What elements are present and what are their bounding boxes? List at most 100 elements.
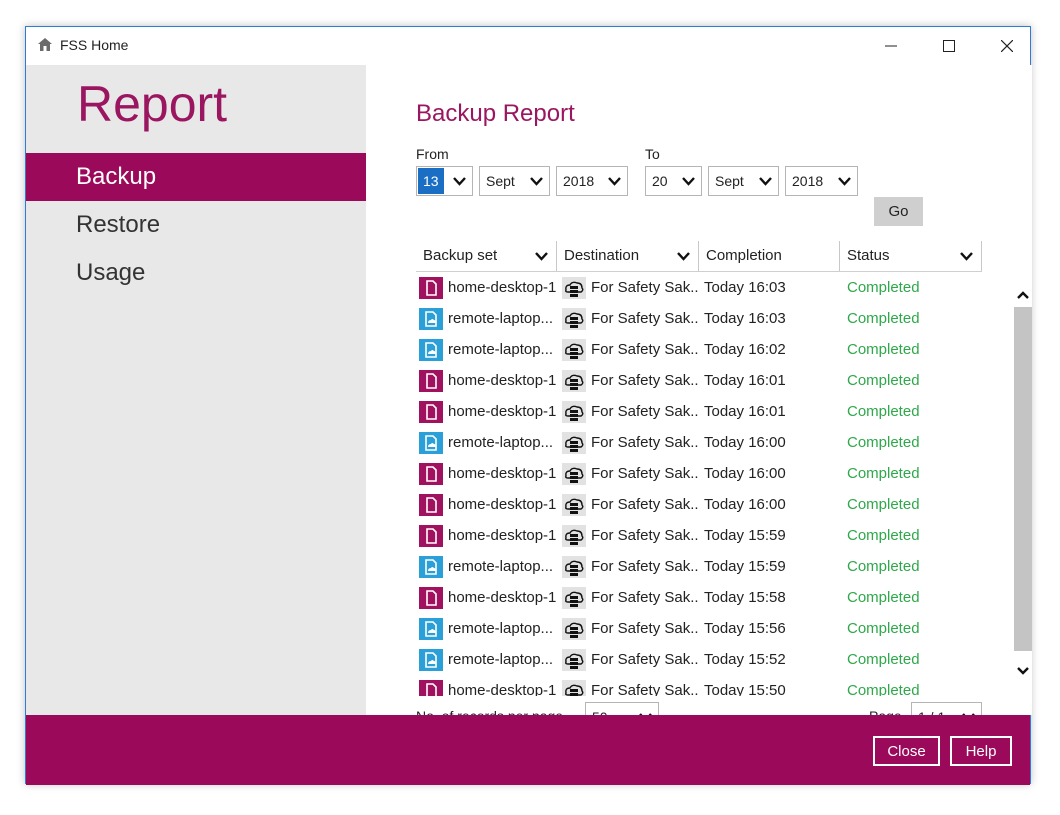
table-row[interactable]: home-desktop-1 For Safety Sak... Today 16:…	[416, 365, 982, 396]
status-text: Completed	[847, 310, 920, 327]
status-text: Completed	[847, 620, 920, 637]
to-label: To	[645, 146, 660, 162]
completion-time: Today 16:00	[704, 434, 786, 451]
scrollbar-thumb[interactable]	[1014, 307, 1032, 651]
chevron-down-icon	[682, 177, 695, 186]
backup-set-name: home-desktop-1	[448, 403, 557, 420]
sidebar-item-backup[interactable]: Backup	[26, 153, 366, 201]
close-window-button[interactable]	[984, 27, 1030, 65]
cloud-server-icon	[562, 401, 586, 423]
cloud-file-backup-icon	[419, 339, 443, 361]
column-header-completion[interactable]: Completion	[699, 241, 840, 271]
close-icon	[1001, 40, 1013, 52]
footer-bar: Close Help	[26, 715, 1030, 785]
table-row[interactable]: home-desktop-1 For Safety Sak... Today 15:…	[416, 582, 982, 613]
table-row[interactable]: home-desktop-1 For Safety Sak... Today 16:…	[416, 489, 982, 520]
destination-name: For Safety Sak...	[591, 341, 699, 358]
to-day-select[interactable]: 20	[645, 166, 702, 196]
maximize-button[interactable]	[926, 27, 972, 65]
from-month-select[interactable]: Sept	[479, 166, 550, 196]
completion-time: Today 16:01	[704, 372, 786, 389]
cloud-server-icon	[562, 339, 586, 361]
cloud-server-icon	[562, 494, 586, 516]
sidebar-item-usage[interactable]: Usage	[26, 249, 366, 297]
destination-name: For Safety Sak...	[591, 310, 699, 327]
cloud-file-backup-icon	[419, 649, 443, 671]
cloud-server-icon	[562, 680, 586, 696]
destination-name: For Safety Sak...	[591, 372, 699, 389]
completion-time: Today 16:03	[704, 310, 786, 327]
status-text: Completed	[847, 465, 920, 482]
status-text: Completed	[847, 403, 920, 420]
table-row[interactable]: home-desktop-1 For Safety Sak... Today 16:…	[416, 458, 982, 489]
status-text: Completed	[847, 589, 920, 606]
from-year-select[interactable]: 2018	[556, 166, 628, 196]
status-text: Completed	[847, 372, 920, 389]
table-row[interactable]: home-desktop-1 For Safety Sak... Today 16:…	[416, 272, 982, 303]
from-label: From	[416, 146, 449, 162]
completion-time: Today 15:59	[704, 527, 786, 544]
help-button[interactable]: Help	[950, 736, 1012, 766]
table-row[interactable]: remote-laptop... For Safety Sak... Today 1…	[416, 644, 982, 675]
page-title: Backup Report	[416, 100, 575, 127]
cloud-server-icon	[562, 277, 586, 299]
backup-set-name: home-desktop-1	[448, 372, 557, 389]
destination-name: For Safety Sak...	[591, 496, 699, 513]
chevron-down-icon	[535, 252, 548, 261]
chevron-down-icon	[453, 177, 466, 186]
sidebar: Report Backup Restore Usage	[26, 65, 366, 715]
sidebar-item-restore[interactable]: Restore	[26, 201, 366, 249]
from-day-select[interactable]: 13	[416, 166, 473, 196]
status-text: Completed	[847, 496, 920, 513]
completion-time: Today 15:52	[704, 651, 786, 668]
table-row[interactable]: remote-laptop... For Safety Sak... Today 1…	[416, 613, 982, 644]
status-text: Completed	[847, 651, 920, 668]
table-header: Backup set Destination Completion Status	[416, 241, 982, 272]
column-header-backup-set[interactable]: Backup set	[416, 241, 557, 271]
table-row[interactable]: remote-laptop... For Safety Sak... Today 1…	[416, 303, 982, 334]
table-row[interactable]: home-desktop-1 For Safety Sak... Today 15:…	[416, 675, 982, 696]
chevron-down-icon	[960, 252, 973, 261]
scroll-up-icon[interactable]	[1016, 290, 1030, 300]
table-row[interactable]: remote-laptop... For Safety Sak... Today 1…	[416, 551, 982, 582]
column-header-label: Status	[847, 247, 890, 264]
to-day-value: 20	[652, 173, 668, 189]
sidebar-title: Report	[77, 76, 228, 132]
go-button[interactable]: Go	[874, 197, 923, 226]
chevron-down-icon	[759, 177, 772, 186]
destination-name: For Safety Sak...	[591, 651, 699, 668]
table-row[interactable]: remote-laptop... For Safety Sak... Today 1…	[416, 427, 982, 458]
maximize-icon	[943, 40, 955, 52]
destination-name: For Safety Sak...	[591, 279, 699, 296]
to-month-value: Sept	[715, 173, 744, 189]
file-backup-icon	[419, 370, 443, 392]
file-backup-icon	[419, 277, 443, 299]
column-header-destination[interactable]: Destination	[557, 241, 699, 271]
completion-time: Today 16:01	[704, 403, 786, 420]
file-backup-icon	[419, 494, 443, 516]
table-row[interactable]: home-desktop-1 For Safety Sak... Today 16:…	[416, 396, 982, 427]
cloud-server-icon	[562, 463, 586, 485]
chevron-down-icon	[608, 177, 621, 186]
from-day-value: 13	[418, 168, 444, 194]
chevron-down-icon	[838, 177, 851, 186]
cloud-server-icon	[562, 308, 586, 330]
cloud-file-backup-icon	[419, 432, 443, 454]
to-year-select[interactable]: 2018	[785, 166, 858, 196]
destination-name: For Safety Sak...	[591, 589, 699, 606]
window-title: FSS Home	[60, 37, 129, 53]
backup-set-name: home-desktop-1	[448, 465, 557, 482]
table-row[interactable]: home-desktop-1 For Safety Sak... Today 15:…	[416, 520, 982, 551]
backup-set-name: remote-laptop...	[448, 651, 554, 668]
status-text: Completed	[847, 279, 920, 296]
to-month-select[interactable]: Sept	[708, 166, 779, 196]
completion-time: Today 15:59	[704, 558, 786, 575]
scroll-down-icon[interactable]	[1016, 666, 1030, 676]
table-row[interactable]: remote-laptop... For Safety Sak... Today 1…	[416, 334, 982, 365]
column-header-status[interactable]: Status	[840, 241, 982, 271]
title-bar[interactable]: FSS Home	[26, 27, 1030, 65]
close-button[interactable]: Close	[873, 736, 940, 766]
cloud-file-backup-icon	[419, 556, 443, 578]
cloud-server-icon	[562, 587, 586, 609]
minimize-button[interactable]	[868, 27, 914, 65]
